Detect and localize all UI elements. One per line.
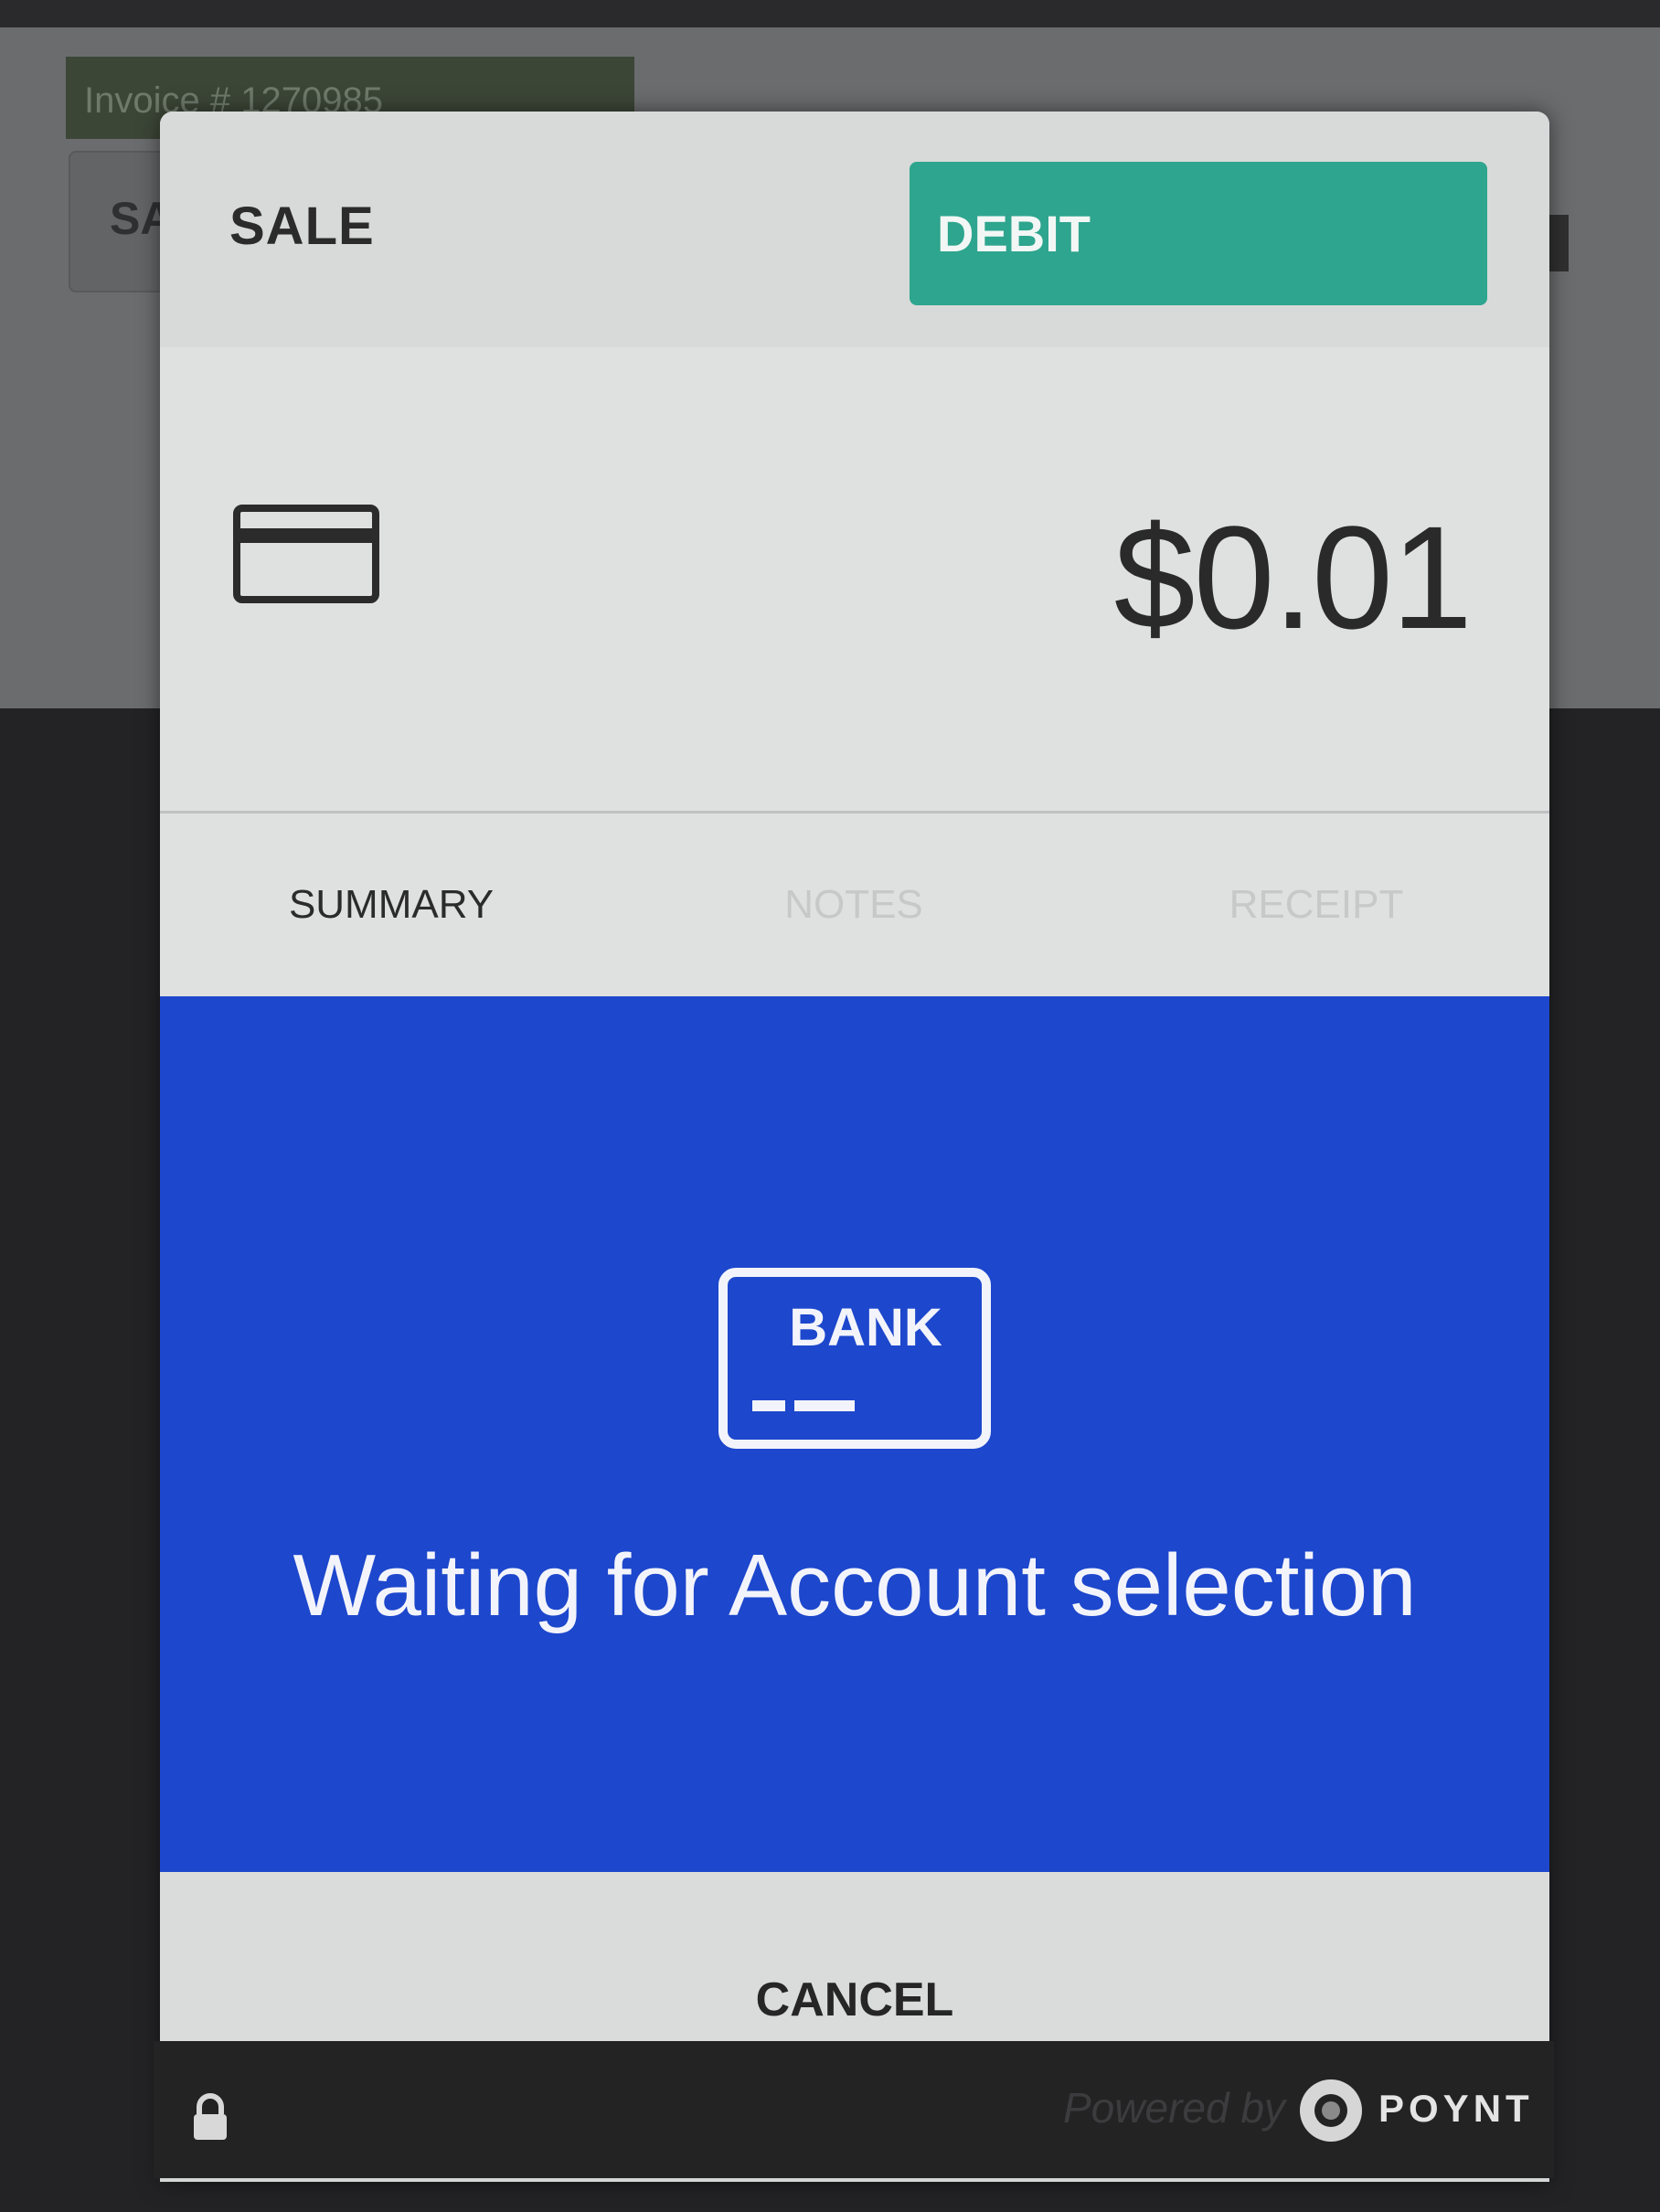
transaction-type-title: SALE bbox=[229, 197, 375, 256]
status-message: Waiting for Account selection bbox=[293, 1537, 1417, 1634]
bank-icon-label: BANK bbox=[789, 1298, 942, 1357]
transaction-dialog: SALE DEBIT $0.01 SUMMARY NOTES RECEIPT B… bbox=[160, 112, 1549, 2182]
poynt-logo-icon bbox=[1296, 2076, 1366, 2150]
screen: Invoice # 1270985 SA SALE DEBIT $0.01 SU… bbox=[0, 0, 1660, 2212]
tab-receipt[interactable]: RECEIPT bbox=[1085, 814, 1548, 996]
tab-bar: SUMMARY NOTES RECEIPT bbox=[160, 814, 1549, 996]
credit-card-icon bbox=[233, 505, 379, 608]
debit-button[interactable]: DEBIT bbox=[910, 162, 1487, 305]
dialog-header: SALE DEBIT bbox=[160, 112, 1549, 347]
amount-value: $0.01 bbox=[1113, 495, 1473, 659]
tab-notes[interactable]: NOTES bbox=[622, 814, 1085, 996]
tab-summary[interactable]: SUMMARY bbox=[160, 814, 622, 996]
footer-bar: Powered by POYNT bbox=[154, 2041, 1554, 2178]
amount-row: $0.01 bbox=[160, 347, 1549, 814]
lock-icon bbox=[190, 2092, 230, 2146]
powered-by-label: Powered by bbox=[1063, 2084, 1285, 2132]
poynt-brand-name: POYNT bbox=[1378, 2087, 1534, 2130]
bank-card-icon: BANK bbox=[718, 1267, 992, 1454]
status-panel: BANK Waiting for Account selection bbox=[160, 996, 1549, 1872]
cancel-button[interactable]: CANCEL bbox=[672, 1945, 1038, 2055]
